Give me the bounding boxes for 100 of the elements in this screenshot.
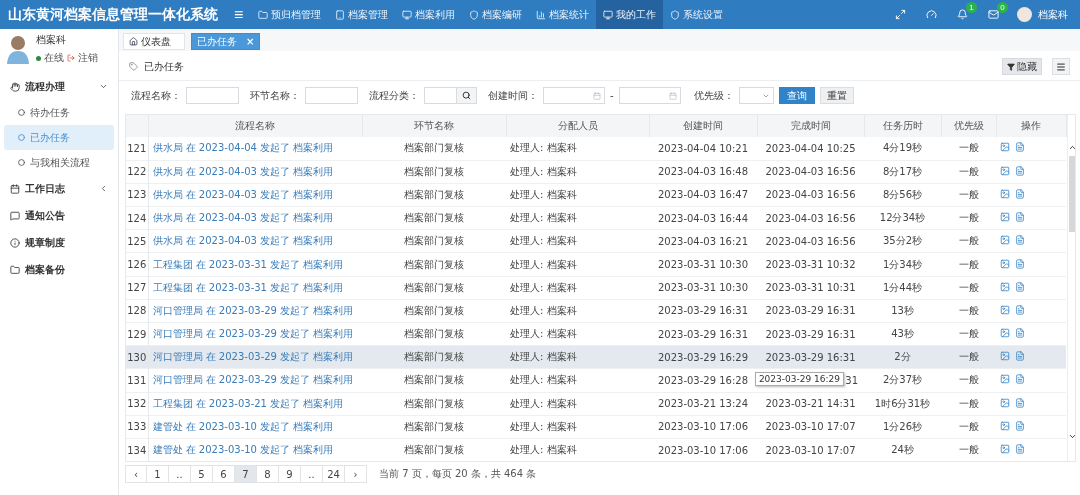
image-icon[interactable] xyxy=(1000,328,1010,339)
table-row[interactable]: 132 工程集团 在 2023-03-21 发起了 档案利用 档案部门复核 处理人: 档案科 2023-03-21 13:24 2023-03-21 14:31 1时6分31秒 一般 xyxy=(126,392,1066,416)
process-link[interactable]: 建管处 在 2023-03-10 发起了 档案利用 xyxy=(152,420,334,432)
image-icon[interactable] xyxy=(1000,165,1010,176)
document-icon[interactable] xyxy=(1015,420,1025,431)
process-link[interactable]: 河口管理局 在 2023-03-29 发起了 档案利用 xyxy=(152,374,354,386)
image-icon[interactable] xyxy=(1000,420,1010,431)
image-icon[interactable] xyxy=(1000,304,1010,315)
process-link[interactable]: 工程集团 在 2023-03-21 发起了 档案利用 xyxy=(152,397,344,409)
image-icon[interactable] xyxy=(1000,374,1010,385)
image-icon[interactable] xyxy=(1000,397,1010,408)
process-link[interactable]: 河口管理局 在 2023-03-29 发起了 档案利用 xyxy=(152,351,354,363)
nav-tab[interactable]: 档案编研 xyxy=(462,0,530,29)
table-row[interactable]: 123 供水局 在 2023-04-03 发起了 档案利用 档案部门复核 处理人: 档案科 2023-04-03 16:47 2023-04-03 16:56 8分56秒 一般 xyxy=(126,183,1066,207)
sidebar-group[interactable]: 规章制度 xyxy=(0,229,118,256)
table-row[interactable]: 127 工程集团 在 2023-03-31 发起了 档案利用 档案部门复核 处理人: 档案科 2023-03-31 10:30 2023-03-31 10:31 1分44秒 一般 xyxy=(126,276,1066,300)
table-cell: 档案部门复核 xyxy=(362,137,506,161)
menu-toggle[interactable]: ≡ xyxy=(226,5,252,24)
date-field[interactable] xyxy=(543,87,605,104)
process-link[interactable]: 工程集团 在 2023-03-31 发起了 档案利用 xyxy=(152,258,344,270)
priority-select[interactable] xyxy=(738,87,774,104)
nav-tab[interactable]: 档案利用 xyxy=(395,0,463,29)
sidebar-group[interactable]: 通知公告 xyxy=(0,202,118,229)
document-icon[interactable] xyxy=(1015,188,1025,199)
sidebar-group[interactable]: 流程办理 xyxy=(0,73,118,100)
scrollbar-thumb[interactable] xyxy=(1069,156,1075,232)
image-icon[interactable] xyxy=(1000,258,1010,269)
table-row[interactable]: 121 供水局 在 2023-04-04 发起了 档案利用 档案部门复核 处理人: 档案科 2023-04-04 10:21 2023-04-04 10:25 4分19秒 一般 xyxy=(126,137,1066,161)
page-tab[interactable]: 仪表盘 xyxy=(123,33,185,50)
sidebar-item[interactable]: 与我相关流程 xyxy=(4,150,114,175)
user-menu[interactable]: 档案科 xyxy=(1009,7,1080,22)
nav-tab[interactable]: 档案管理 xyxy=(328,0,396,29)
image-icon[interactable] xyxy=(1000,444,1010,455)
process-link[interactable]: 供水局 在 2023-04-04 发起了 档案利用 xyxy=(152,142,334,154)
process-link[interactable]: 供水局 在 2023-04-03 发起了 档案利用 xyxy=(152,235,334,247)
process-link[interactable]: 河口管理局 在 2023-03-29 发起了 档案利用 xyxy=(152,328,354,340)
document-icon[interactable] xyxy=(1015,281,1025,292)
table-row[interactable]: 130 河口管理局 在 2023-03-29 发起了 档案利用 档案部门复核 处理人: 档案科 2023-03-29 16:29 2023-03-29 16:31 2分 一般 xyxy=(126,345,1066,369)
page-button[interactable]: .. xyxy=(169,465,191,483)
query-button[interactable]: 查询 xyxy=(778,87,815,104)
scroll-down-icon[interactable] xyxy=(1067,432,1075,441)
image-icon[interactable] xyxy=(1000,142,1010,153)
page-button[interactable]: 5 xyxy=(191,465,213,483)
nav-tab[interactable]: 预归档管理 xyxy=(251,0,329,29)
table-row[interactable]: 131 河口管理局 在 2023-03-29 发起了 档案利用 档案部门复核 处理人: 档案科 2023-03-29 16:28 2023-03-29 16:29 31 2分37秒 一般 xyxy=(126,368,1066,393)
nav-tab[interactable]: 档案统计 xyxy=(529,0,597,29)
image-icon[interactable] xyxy=(1000,281,1010,292)
table-row[interactable]: 125 供水局 在 2023-04-03 发起了 档案利用 档案部门复核 处理人: 档案科 2023-04-03 16:21 2023-04-03 16:56 35分2秒 一般 xyxy=(126,229,1066,253)
page-button[interactable]: 8 xyxy=(257,465,279,483)
reset-button[interactable]: 重置 xyxy=(819,87,854,104)
menu-button[interactable] xyxy=(1052,58,1070,75)
page-button[interactable]: .. xyxy=(301,465,323,483)
process-link[interactable]: 河口管理局 在 2023-03-29 发起了 档案利用 xyxy=(152,304,354,316)
process-link[interactable]: 供水局 在 2023-04-03 发起了 档案利用 xyxy=(152,188,334,200)
process-link[interactable]: 供水局 在 2023-04-03 发起了 档案利用 xyxy=(152,165,334,177)
table-row[interactable]: 133 建管处 在 2023-03-10 发起了 档案利用 档案部门复核 处理人: 档案科 2023-03-10 17:06 2023-03-10 17:07 1分26秒 一般 xyxy=(126,415,1066,439)
document-icon[interactable] xyxy=(1015,444,1025,455)
nav-tab[interactable]: 我的工作 xyxy=(596,0,664,29)
document-icon[interactable] xyxy=(1015,142,1025,153)
date-field[interactable] xyxy=(618,87,681,104)
hide-button[interactable]: 隐藏 xyxy=(1002,58,1042,75)
sidebar-group[interactable]: 档案备份 xyxy=(0,256,118,283)
page-button[interactable]: 1 xyxy=(147,465,169,483)
image-icon[interactable] xyxy=(1000,188,1010,199)
image-icon[interactable] xyxy=(1000,212,1010,223)
table-row[interactable]: 129 河口管理局 在 2023-03-29 发起了 档案利用 档案部门复核 处理人: 档案科 2023-03-29 16:31 2023-03-29 16:31 43秒 一般 xyxy=(126,322,1066,346)
sidebar-group[interactable]: 工作日志 xyxy=(0,175,118,202)
document-icon[interactable] xyxy=(1015,258,1025,269)
document-icon[interactable] xyxy=(1015,212,1025,223)
document-icon[interactable] xyxy=(1015,351,1025,362)
page-button[interactable]: 7 xyxy=(235,465,257,483)
page-button[interactable]: 9 xyxy=(279,465,301,483)
scroll-up-icon[interactable] xyxy=(1067,143,1075,152)
document-icon[interactable] xyxy=(1015,165,1025,176)
document-icon[interactable] xyxy=(1015,397,1025,408)
prev-page-button[interactable]: ‹ xyxy=(125,465,147,483)
table-row[interactable]: 128 河口管理局 在 2023-03-29 发起了 档案利用 档案部门复核 处理人: 档案科 2023-03-29 16:31 2023-03-29 16:31 13秒 一般 xyxy=(126,299,1066,323)
process-link[interactable]: 建管处 在 2023-03-10 发起了 档案利用 xyxy=(152,444,334,456)
sidebar-item[interactable]: 待办任务 xyxy=(4,100,114,125)
input-field[interactable] xyxy=(305,87,358,104)
image-icon[interactable] xyxy=(1000,351,1010,362)
process-link[interactable]: 供水局 在 2023-04-03 发起了 档案利用 xyxy=(152,212,334,224)
nav-tab[interactable]: 系统设置 xyxy=(663,0,731,29)
input-field[interactable] xyxy=(186,87,239,104)
input-field[interactable] xyxy=(424,87,457,104)
search-button[interactable] xyxy=(457,87,477,104)
document-icon[interactable] xyxy=(1015,304,1025,315)
page-button[interactable]: 6 xyxy=(213,465,235,483)
document-icon[interactable] xyxy=(1015,235,1025,246)
next-page-button[interactable]: › xyxy=(345,465,367,483)
image-icon[interactable] xyxy=(1000,235,1010,246)
document-icon[interactable] xyxy=(1015,328,1025,339)
table-row[interactable]: 126 工程集团 在 2023-03-31 发起了 档案利用 档案部门复核 处理人: 档案科 2023-03-31 10:30 2023-03-31 10:32 1分34秒 一般 xyxy=(126,252,1066,277)
table-row[interactable]: 122 供水局 在 2023-04-03 发起了 档案利用 档案部门复核 处理人: 档案科 2023-04-03 16:48 2023-04-03 16:56 8分17秒 一般 xyxy=(126,160,1066,184)
table-row[interactable]: 134 建管处 在 2023-03-10 发起了 档案利用 档案部门复核 处理人: 档案科 2023-03-10 17:06 2023-03-10 17:07 24秒 一般 xyxy=(126,438,1066,461)
logout-link[interactable]: 注销 xyxy=(78,51,98,65)
table-row[interactable]: 124 供水局 在 2023-04-03 发起了 档案利用 档案部门复核 处理人: 档案科 2023-04-03 16:44 2023-04-03 16:56 12分34秒 一般 xyxy=(126,206,1066,230)
process-link[interactable]: 工程集团 在 2023-03-31 发起了 档案利用 xyxy=(152,281,344,293)
page-button[interactable]: 24 xyxy=(323,465,345,483)
document-icon[interactable] xyxy=(1015,374,1025,385)
